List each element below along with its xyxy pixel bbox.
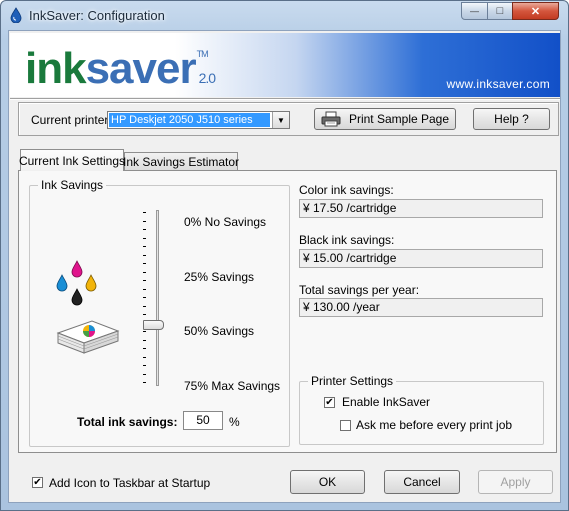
ink-savings-group-label: Ink Savings: [38, 178, 107, 192]
current-printer-label: Current printer:: [31, 113, 112, 127]
close-icon: ✕: [530, 5, 541, 18]
slider-thumb[interactable]: [143, 320, 164, 331]
add-icon-taskbar-label[interactable]: Add Icon to Taskbar at Startup: [49, 476, 210, 490]
slider-tick: [143, 373, 146, 375]
slider-tick: [143, 305, 146, 307]
slider-tick: [143, 348, 146, 349]
ink-savings-slider[interactable]: [140, 210, 180, 390]
slider-level-label: 75% Max Savings: [184, 379, 281, 393]
total-savings-per-year-label: Total savings per year:: [299, 283, 420, 297]
printer-bar: Current printer: HP Deskjet 2050 J510 se…: [18, 102, 559, 136]
inksaver-logo: inksaverTM 2.0: [25, 47, 223, 102]
apply-button-label: Apply: [500, 475, 531, 489]
slider-tick: [143, 365, 146, 366]
printer-select[interactable]: HP Deskjet 2050 J510 series ▼: [107, 111, 290, 129]
slider-tick: [143, 254, 146, 256]
slider-tick: [143, 263, 146, 264]
paper-stack-icon: [56, 320, 120, 354]
tab-ink-savings-estimator[interactable]: Ink Savings Estimator: [122, 152, 240, 170]
ok-button[interactable]: OK: [290, 470, 365, 494]
total-ink-savings-field[interactable]: 50: [183, 411, 223, 430]
help-button-label: Help ?: [494, 112, 529, 126]
print-sample-page-button[interactable]: Print Sample Page: [314, 108, 456, 130]
black-ink-savings-label: Black ink savings:: [299, 233, 395, 247]
maximize-icon: □: [496, 5, 504, 17]
print-sample-page-label: Print Sample Page: [348, 112, 450, 126]
slider-tick: [143, 271, 146, 273]
dialog-client-area: inksaverTM 2.0 www.inksaver.com Current p…: [8, 30, 561, 503]
slider-tick: [143, 382, 146, 383]
total-savings-per-year-value: ¥ 130.00 /year: [303, 300, 380, 314]
total-ink-savings-label: Total ink savings:: [77, 415, 178, 429]
total-savings-per-year-field: ¥ 130.00 /year: [299, 298, 543, 317]
slider-tick: [143, 314, 146, 315]
enable-inksaver-label[interactable]: Enable InkSaver: [342, 395, 430, 409]
title-bar[interactable]: InkSaver: Configuration — □ ✕: [1, 1, 568, 31]
maximize-button[interactable]: □: [487, 2, 513, 20]
logo-ink-text: ink: [25, 44, 87, 93]
ask-before-print-label[interactable]: Ask me before every print job: [356, 418, 512, 432]
main-window: InkSaver: Configuration — □ ✕ inksaverTM…: [0, 0, 569, 511]
logo-saver-text: saver: [85, 44, 197, 93]
black-ink-savings-value: ¥ 15.00 /cartridge: [303, 251, 397, 265]
slider-tick: [143, 356, 146, 358]
add-icon-taskbar-checkbox[interactable]: ✔: [32, 477, 43, 488]
cancel-button[interactable]: Cancel: [384, 470, 460, 494]
slider-level-label: 0% No Savings: [184, 215, 267, 229]
banner-divider: [10, 98, 560, 100]
tab-current-ink-settings[interactable]: Current Ink Settings: [18, 149, 126, 171]
slider-tick: [143, 339, 146, 341]
current-ink-settings-panel: Ink Savings 0% No Savings 25% Savings 50…: [18, 170, 557, 453]
ask-before-print-checkbox[interactable]: [340, 420, 351, 431]
total-ink-savings-value: 50: [196, 413, 210, 427]
dropdown-arrow-icon[interactable]: ▼: [272, 112, 289, 128]
slider-tick: [143, 237, 146, 239]
minimize-button[interactable]: —: [461, 2, 488, 20]
slider-level-label: 25% Savings: [184, 270, 255, 284]
color-ink-savings-field: ¥ 17.50 /cartridge: [299, 199, 543, 218]
percent-unit-label: %: [229, 415, 240, 429]
slider-tick: [143, 220, 146, 222]
ink-drops-icon: [56, 260, 97, 306]
slider-tick: [143, 212, 146, 213]
slider-tick: [143, 280, 146, 281]
color-ink-savings-label: Color ink savings:: [299, 183, 394, 197]
check-icon: ✔: [325, 396, 334, 408]
check-icon: ✔: [33, 476, 42, 488]
apply-button[interactable]: Apply: [478, 470, 553, 494]
slider-tick: [143, 246, 146, 247]
help-button[interactable]: Help ?: [473, 108, 550, 130]
website-link[interactable]: www.inksaver.com: [447, 77, 551, 91]
window-title: InkSaver: Configuration: [29, 8, 165, 23]
slider-level-label: 50% Savings: [184, 324, 255, 338]
slider-tick: [143, 331, 146, 332]
logo-version: 2.0: [198, 70, 216, 86]
color-ink-savings-value: ¥ 17.50 /cartridge: [303, 201, 397, 215]
tab-current-ink-settings-label: Current Ink Settings: [18, 153, 126, 168]
printer-icon: [321, 111, 341, 127]
black-ink-savings-field: ¥ 15.00 /cartridge: [299, 249, 543, 268]
logo-trademark: TM: [196, 49, 209, 59]
printer-select-value: HP Deskjet 2050 J510 series: [109, 113, 270, 127]
printer-settings-group-label: Printer Settings: [308, 374, 397, 388]
slider-tick: [143, 288, 146, 290]
tab-ink-savings-estimator-label: Ink Savings Estimator: [122, 154, 240, 169]
ok-button-label: OK: [318, 475, 337, 489]
slider-tick: [143, 297, 146, 298]
printer-settings-group: Printer Settings ✔ Enable InkSaver Ask m…: [299, 374, 544, 445]
enable-inksaver-checkbox[interactable]: ✔: [324, 397, 335, 408]
inksaver-banner: inksaverTM 2.0 www.inksaver.com: [10, 33, 560, 97]
ink-savings-group: Ink Savings 0% No Savings 25% Savings 50…: [29, 178, 290, 447]
slider-tick: [143, 229, 146, 230]
cancel-button-label: Cancel: [403, 475, 441, 489]
inksaver-app-icon: [10, 7, 22, 23]
slider-track: [156, 210, 159, 386]
close-button[interactable]: ✕: [512, 2, 559, 20]
minimize-icon: —: [470, 5, 479, 16]
